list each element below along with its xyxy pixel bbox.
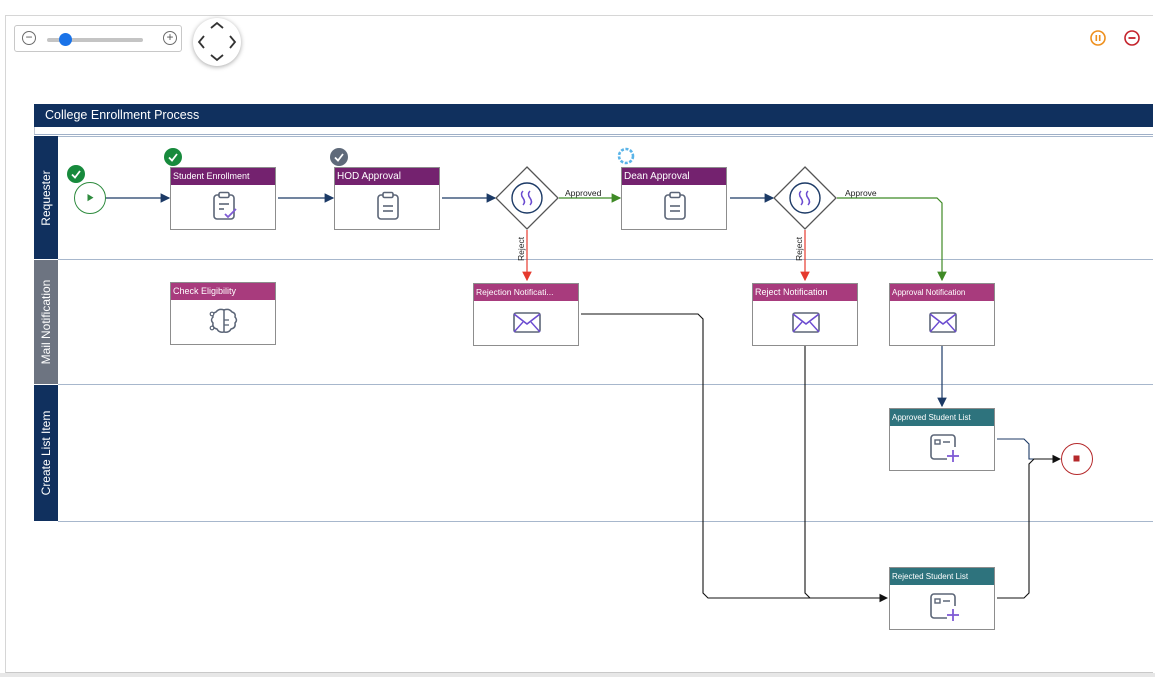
lane-label-requester: Requester (39, 169, 53, 226)
skipped-check-icon (330, 148, 348, 166)
start-event[interactable] (74, 182, 106, 214)
brain-circuit-icon (209, 308, 238, 333)
completed-check-icon (164, 148, 182, 166)
lane-divider (58, 136, 1153, 137)
mail-icon (929, 312, 957, 333)
task-label: Student Enrollment (171, 168, 275, 185)
stop-circle-icon (1124, 30, 1140, 46)
task-label: Approved Student List (890, 409, 994, 426)
task-label: Approval Notification (890, 284, 994, 301)
task-label: Rejected Student List (890, 568, 994, 585)
lane-create-list-item: Create List Item (34, 385, 58, 521)
pan-left-icon[interactable] (197, 35, 205, 49)
task-label: Reject Notification (753, 284, 857, 301)
edge-label-reject: Reject (516, 236, 526, 261)
edge-label-approve: Approve (845, 188, 877, 198)
clipboard-icon (664, 191, 686, 220)
lane-requester: Requester (34, 136, 58, 259)
exclusive-gateway-dean[interactable] (773, 166, 837, 230)
pan-control (193, 18, 241, 66)
task-reject-notification[interactable]: Reject Notification (752, 283, 858, 346)
task-check-eligibility[interactable]: Check Eligibility (170, 282, 276, 345)
zoom-in-icon[interactable]: + (163, 31, 177, 45)
zoom-out-icon[interactable]: − (22, 31, 36, 45)
zoom-slider-thumb[interactable] (58, 33, 72, 46)
task-label: Check Eligibility (171, 283, 275, 300)
pan-up-icon[interactable] (210, 21, 224, 29)
lane-label-create-list-item: Create List Item (39, 410, 53, 496)
pan-right-icon[interactable] (229, 35, 237, 49)
bottom-scroll-strip (0, 673, 1155, 677)
task-rejected-student-list[interactable]: Rejected Student List (889, 567, 995, 630)
task-approval-notification[interactable]: Approval Notification (889, 283, 995, 346)
task-student-enrollment[interactable]: Student Enrollment (170, 167, 276, 230)
pool-divider (34, 127, 1153, 135)
mail-icon (513, 312, 541, 333)
clipboard-check-icon (213, 191, 237, 220)
list-add-icon (930, 434, 959, 462)
task-hod-approval[interactable]: HOD Approval (334, 167, 440, 230)
task-label: HOD Approval (335, 168, 439, 185)
pause-circle-icon (1090, 30, 1106, 46)
lane-label-mail-notification: Mail Notification (39, 279, 53, 365)
play-icon (87, 194, 94, 202)
completed-check-icon (67, 165, 85, 183)
clipboard-icon (377, 191, 399, 220)
lane-divider (58, 259, 1153, 260)
mail-icon (792, 312, 820, 333)
pan-down-icon[interactable] (210, 54, 224, 62)
task-approved-student-list[interactable]: Approved Student List (889, 408, 995, 471)
lane-mail-notification: Mail Notification (34, 260, 58, 384)
pause-button[interactable] (1090, 30, 1106, 46)
stop-square-icon (1073, 455, 1080, 462)
task-label: Dean Approval (622, 168, 726, 185)
end-event[interactable] (1061, 443, 1093, 475)
task-rejection-notification[interactable]: Rejection Notificati... (473, 283, 579, 346)
edge-label-approved: Approved (565, 188, 602, 198)
pool-title: College Enrollment Process (34, 104, 1153, 127)
task-label: Rejection Notificati... (474, 284, 578, 301)
zoom-control: − + (14, 25, 182, 52)
exclusive-gateway-hod[interactable] (495, 166, 559, 230)
lane-divider (58, 521, 1153, 522)
edge-label-reject: Reject (794, 236, 804, 261)
in-progress-spinner-icon (617, 147, 635, 165)
stop-button[interactable] (1124, 30, 1140, 46)
list-add-icon (930, 593, 959, 621)
task-dean-approval[interactable]: Dean Approval (621, 167, 727, 230)
lane-divider (58, 384, 1153, 385)
